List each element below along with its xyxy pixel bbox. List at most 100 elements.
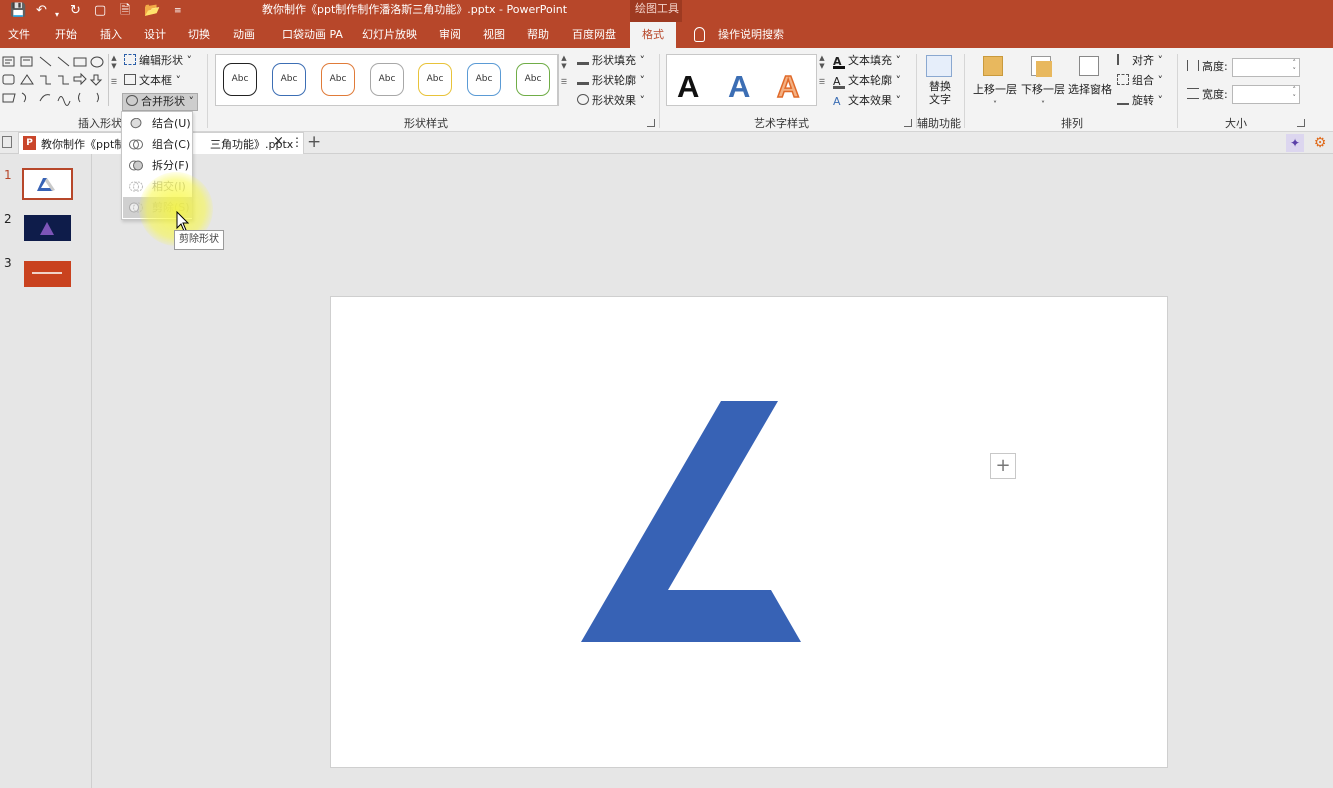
combine-icon xyxy=(129,139,143,150)
tab-insert[interactable]: 插入 xyxy=(100,22,122,48)
group-separator xyxy=(659,54,660,128)
open-folder-icon[interactable]: 📂 xyxy=(144,2,160,20)
slide-thumbnail-3[interactable] xyxy=(24,261,71,287)
shape-styles-scroll[interactable]: ▲ ▼ ☰ xyxy=(558,54,569,106)
slide-thumbnail-1[interactable] xyxy=(22,168,73,200)
group-icon xyxy=(1117,74,1129,85)
group-button[interactable]: 组合 ˅ xyxy=(1117,73,1163,89)
current-slide[interactable]: + xyxy=(330,296,1168,768)
shape-fill-label: 形状填充 xyxy=(592,54,636,67)
pptx-file-icon: P xyxy=(23,136,36,150)
send-backward-dropdown-icon[interactable]: ˅ xyxy=(1041,97,1045,113)
align-button[interactable]: 对齐 ˅ xyxy=(1117,53,1163,69)
tell-me-search[interactable]: 操作说明搜索 xyxy=(718,22,784,48)
selection-pane-label: 选择窗格 xyxy=(1068,83,1112,96)
wordart-group-label: 艺术字样式 xyxy=(754,117,809,130)
tab-home[interactable]: 开始 xyxy=(55,22,77,48)
shape-fill-button[interactable]: 形状填充 ˅ xyxy=(577,53,645,69)
shapes-gallery[interactable] xyxy=(2,56,108,108)
shape-style-sample[interactable]: Abc xyxy=(418,63,452,96)
text-fill-button[interactable]: A 文本填充 ˅ xyxy=(833,53,901,69)
penrose-triangle-segment[interactable] xyxy=(581,401,801,642)
tab-more-icon[interactable]: ⋮ xyxy=(291,135,303,149)
shape-style-sample[interactable]: Abc xyxy=(223,63,257,96)
accessibility-group-label: 辅助功能 xyxy=(917,117,961,130)
bring-forward-button[interactable]: 上移一层 xyxy=(973,82,1017,98)
shape-style-sample[interactable]: Abc xyxy=(516,63,550,96)
text-box-button[interactable]: 文本框 ˅ xyxy=(124,73,181,89)
group-separator xyxy=(207,54,208,128)
tab-design[interactable]: 设计 xyxy=(144,22,166,48)
tab-animations[interactable]: 动画 xyxy=(233,22,255,48)
tab-help[interactable]: 帮助 xyxy=(527,22,549,48)
customize-qat-icon[interactable]: ≡ xyxy=(174,2,182,20)
wordart-sample-black[interactable]: A xyxy=(677,69,699,105)
send-backward-label: 下移一层 xyxy=(1021,83,1065,96)
redo-icon[interactable]: ↻ xyxy=(70,2,81,20)
tab-slideshow[interactable]: 幻灯片放映 xyxy=(362,22,417,48)
merge-shapes-button[interactable]: 合并形状 ˅ xyxy=(122,93,198,111)
bring-forward-icon xyxy=(983,56,1003,76)
new-file-icon[interactable]: 🗎 xyxy=(120,2,130,20)
slide-thumbnail-pane: 1 2 3 xyxy=(0,154,92,788)
wordart-sample-blue[interactable]: A xyxy=(728,69,750,105)
addin-icon[interactable]: ✦ xyxy=(1286,134,1304,152)
add-placeholder-icon[interactable]: + xyxy=(990,453,1016,479)
shape-style-sample[interactable]: Abc xyxy=(321,63,355,96)
width-icon xyxy=(1187,88,1199,99)
tab-transitions[interactable]: 切换 xyxy=(188,22,210,48)
slide-thumbnail-2[interactable] xyxy=(24,215,71,241)
height-spinner-icon[interactable]: ˄ ˅ xyxy=(1293,59,1297,75)
bring-forward-dropdown-icon[interactable]: ˅ xyxy=(993,97,997,113)
close-tab-icon[interactable]: × xyxy=(273,134,284,149)
width-spinner-icon[interactable]: ˄ ˅ xyxy=(1293,86,1297,102)
send-backward-icon-front xyxy=(1036,61,1052,77)
ribbon-tabs: 文件 开始 插入 设计 切换 动画 口袋动画 PA 幻灯片放映 审阅 视图 帮助… xyxy=(0,22,1333,48)
size-group-label: 大小 xyxy=(1225,117,1247,130)
wordart-scroll[interactable]: ▲ ▼ ☰ xyxy=(816,54,827,106)
new-tab-icon[interactable]: + xyxy=(307,132,321,152)
subtract-icon xyxy=(129,202,143,213)
shape-style-sample[interactable]: Abc xyxy=(272,63,306,96)
alt-text-button[interactable]: 替换 文字 xyxy=(929,80,951,106)
shape-effects-button[interactable]: 形状效果 ˅ xyxy=(577,93,645,109)
shape-style-sample[interactable]: Abc xyxy=(467,63,501,96)
wordart-sample-orange[interactable]: A xyxy=(776,68,800,105)
menu-item-intersect[interactable]: 相交(I) xyxy=(123,176,192,197)
slide-number: 3 xyxy=(4,256,12,270)
tab-review[interactable]: 审阅 xyxy=(439,22,461,48)
rotate-button[interactable]: 旋转 ˅ xyxy=(1117,93,1163,109)
width-input[interactable]: ˄ ˅ xyxy=(1232,85,1300,104)
menu-item-union[interactable]: 结合(U) xyxy=(123,113,192,134)
shape-styles-launcher-icon[interactable] xyxy=(647,119,655,127)
shape-outline-button[interactable]: 形状轮廓 ˅ xyxy=(577,73,645,89)
wordart-launcher-icon[interactable] xyxy=(904,119,912,127)
tab-baidu-netdisk[interactable]: 百度网盘 xyxy=(572,22,616,48)
undo-icon[interactable]: ↶ xyxy=(36,2,47,20)
text-outline-button[interactable]: A 文本轮廓 ˅ xyxy=(833,73,901,89)
tab-format[interactable]: 格式 xyxy=(630,22,676,48)
text-outline-icon: A xyxy=(833,76,845,89)
tab-file[interactable]: 文件 xyxy=(8,22,30,48)
shape-outline-label: 形状轮廓 xyxy=(592,74,636,87)
sidebar-toggle-icon[interactable] xyxy=(2,136,12,148)
text-effects-button[interactable]: A 文本效果 ˅ xyxy=(833,93,901,109)
selection-pane-icon xyxy=(1079,56,1099,76)
settings-gear-icon[interactable]: ⚙ xyxy=(1311,134,1329,152)
send-backward-button[interactable]: 下移一层 xyxy=(1021,82,1065,98)
menu-item-fragment[interactable]: 拆分(F) xyxy=(123,155,192,176)
tab-view[interactable]: 视图 xyxy=(483,22,505,48)
tab-pocket-animation[interactable]: 口袋动画 PA xyxy=(282,22,343,48)
start-slideshow-icon[interactable]: ▢ xyxy=(94,2,106,20)
selection-pane-button[interactable]: 选择窗格 xyxy=(1068,82,1112,98)
height-label: 高度: xyxy=(1187,59,1228,75)
size-launcher-icon[interactable] xyxy=(1297,119,1305,127)
arrange-group-label: 排列 xyxy=(1061,117,1083,130)
menu-item-combine[interactable]: 组合(C) xyxy=(123,134,192,155)
height-input[interactable]: ˄ ˅ xyxy=(1232,58,1300,77)
shapes-gallery-scroll[interactable]: ▲ ▼ ☰ xyxy=(108,54,119,106)
slide-thumbnail-3-text xyxy=(32,272,62,274)
shape-style-sample[interactable]: Abc xyxy=(370,63,404,96)
edit-shape-button[interactable]: 编辑形状 ˅ xyxy=(124,53,192,69)
save-icon[interactable]: 💾 xyxy=(10,2,26,20)
